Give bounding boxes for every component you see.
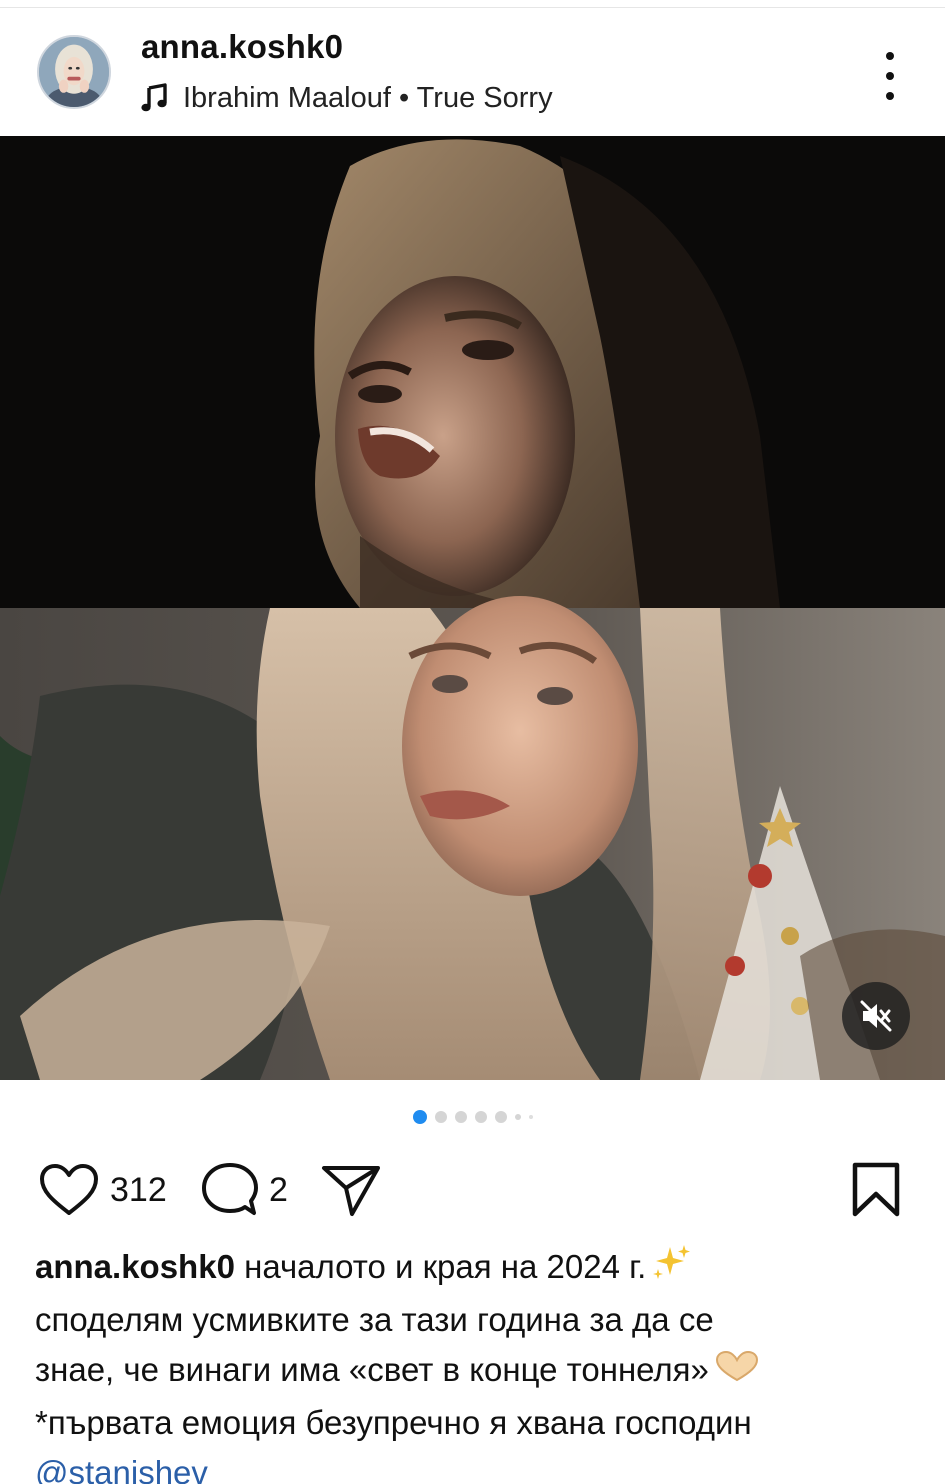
comment-button[interactable]: 2 bbox=[201, 1150, 288, 1230]
music-track-label: Ibrahim Maalouf • True Sorry bbox=[183, 81, 553, 114]
comment-bubble-icon bbox=[202, 1163, 258, 1215]
music-attribution[interactable]: Ibrahim Maalouf • True Sorry bbox=[141, 78, 553, 118]
top-divider bbox=[0, 0, 945, 8]
carousel-indicator bbox=[0, 1108, 945, 1126]
caption-text: знае, че винаги има «свет в конце тоннел… bbox=[35, 1351, 709, 1389]
more-dot-icon bbox=[886, 92, 894, 100]
caption-text: началото и края на 2024 г. bbox=[234, 1248, 647, 1285]
share-button[interactable] bbox=[320, 1150, 382, 1230]
save-button[interactable] bbox=[850, 1150, 902, 1230]
heart-icon bbox=[40, 1164, 98, 1215]
like-count[interactable]: 312 bbox=[110, 1171, 167, 1210]
heart-hands-icon bbox=[713, 1348, 761, 1398]
comment-count[interactable]: 2 bbox=[269, 1171, 288, 1210]
avatar[interactable] bbox=[37, 35, 111, 109]
caption-line: anna.koshk0 началото и края на 2024 г. bbox=[35, 1242, 915, 1295]
more-dot-icon bbox=[886, 72, 894, 80]
post-photo bbox=[0, 136, 945, 1080]
music-note-icon bbox=[141, 83, 167, 112]
paper-plane-icon bbox=[322, 1166, 380, 1216]
caption-line: @stanishev bbox=[35, 1448, 915, 1484]
post-media[interactable] bbox=[0, 136, 945, 1080]
carousel-dot[interactable] bbox=[454, 1111, 467, 1123]
mention-link[interactable]: @stanishev bbox=[35, 1454, 208, 1484]
bookmark-icon bbox=[852, 1162, 900, 1217]
post-header: anna.koshk0 Ibrahim Maalouf • True Sorry bbox=[0, 8, 945, 136]
sparkles-icon bbox=[650, 1243, 692, 1295]
like-button[interactable]: 312 bbox=[38, 1150, 167, 1230]
more-options-button[interactable] bbox=[868, 48, 912, 104]
more-dot-icon bbox=[886, 52, 894, 60]
post-caption: anna.koshk0 началото и края на 2024 г. с… bbox=[35, 1242, 915, 1484]
carousel-dot[interactable] bbox=[494, 1111, 507, 1123]
avatar-image bbox=[39, 37, 109, 107]
caption-line: *първата емоция безупречно я хвана госпо… bbox=[35, 1403, 752, 1441]
caption-line: знае, че винаги има «свет в конце тоннел… bbox=[35, 1345, 915, 1397]
mute-toggle-button[interactable] bbox=[842, 982, 910, 1050]
post-username[interactable]: anna.koshk0 bbox=[141, 28, 343, 66]
caption-username[interactable]: anna.koshk0 bbox=[35, 1248, 235, 1285]
carousel-dot[interactable] bbox=[528, 1115, 533, 1119]
carousel-dot[interactable] bbox=[474, 1111, 487, 1123]
caption-line: споделям усмивките за тази година за да … bbox=[35, 1301, 714, 1339]
action-bar: 312 2 bbox=[0, 1150, 945, 1230]
speaker-muted-icon bbox=[860, 1000, 892, 1032]
carousel-dot[interactable] bbox=[514, 1114, 521, 1120]
carousel-dot[interactable] bbox=[412, 1110, 427, 1124]
carousel-dot[interactable] bbox=[434, 1111, 447, 1123]
